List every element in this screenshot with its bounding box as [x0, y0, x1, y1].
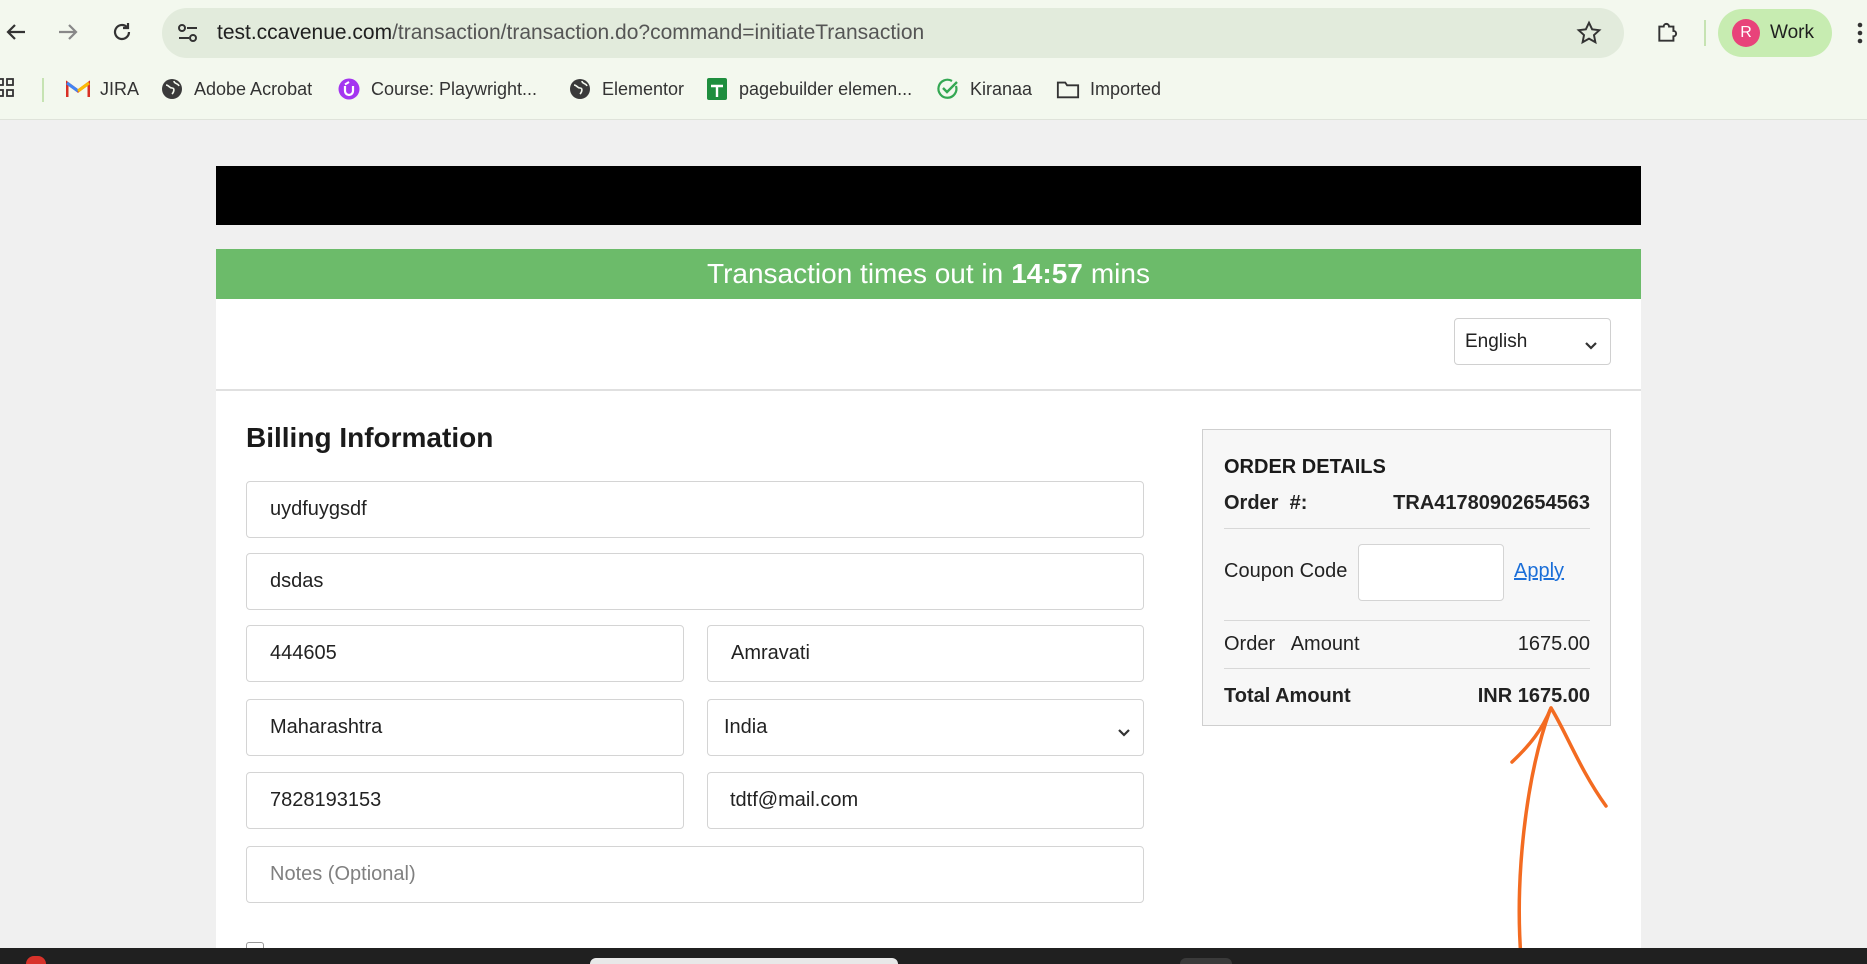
timeout-banner: Transaction times out in 14:57 mins [216, 249, 1641, 299]
merchant-header-banner [216, 166, 1641, 225]
order-details-title: ORDER DETAILS [1224, 456, 1386, 478]
coupon-input[interactable] [1358, 544, 1504, 601]
bookmark-jira[interactable]: JIRA [66, 76, 139, 102]
sheets-icon [705, 77, 729, 101]
bookmark-label: Imported [1090, 78, 1162, 99]
zip-input[interactable]: 444605 [246, 625, 684, 682]
bookmark-label: JIRA [100, 78, 140, 99]
taskbar-search[interactable] [590, 958, 898, 964]
forward-arrow-icon [59, 24, 78, 40]
reload-icon [113, 23, 131, 41]
globe-icon [160, 77, 184, 101]
bookmark-kiranaa[interactable]: Kiranaa [936, 76, 1032, 102]
bookmarks-bar: JIRA Adobe Acrobat Course: Playwright...… [0, 68, 1867, 108]
city-input[interactable]: Amravati [707, 625, 1144, 682]
billing-title: Billing Information [246, 422, 494, 453]
apply-coupon-link[interactable]: Apply [1514, 560, 1564, 583]
bookmark-pagebuilder[interactable]: pagebuilder elemen... [705, 76, 912, 102]
folder-icon [1056, 77, 1080, 101]
total-amount-value: INR 1675.00 [1477, 685, 1590, 707]
country-select[interactable]: India [707, 699, 1144, 756]
timeout-suffix: mins [1090, 258, 1150, 289]
check-icon [936, 77, 960, 101]
forward-button[interactable] [50, 14, 86, 50]
globe-icon [568, 77, 592, 101]
order-divider [1224, 528, 1590, 529]
chevron-down-icon [1584, 335, 1598, 357]
profile-button[interactable]: R Work [1718, 9, 1832, 57]
order-amount-label: Order Amount [1224, 633, 1360, 655]
order-number-value: TRA41780902654563 [1393, 492, 1590, 514]
gmail-icon [66, 77, 90, 101]
course-icon [337, 77, 361, 101]
bookmarks-separator [42, 78, 44, 102]
back-button[interactable] [0, 14, 34, 50]
language-select[interactable]: English [1454, 318, 1611, 365]
bookmark-course-playwright[interactable]: Course: Playwright... [337, 76, 537, 102]
bookmark-imported[interactable]: Imported [1056, 76, 1161, 102]
url-host: test.ccavenue.com [217, 21, 393, 44]
toolbar-separator [1704, 20, 1706, 46]
address-bar[interactable]: test.ccavenue.com/transaction/transactio… [162, 8, 1624, 58]
url-text: test.ccavenue.com/transaction/transactio… [217, 21, 924, 45]
order-divider [1224, 620, 1590, 621]
bookmark-elementor[interactable]: Elementor [568, 76, 684, 102]
language-value: English [1465, 331, 1528, 352]
order-amount-row: Order Amount 1675.00 [1224, 633, 1590, 656]
bookmark-label: Kiranaa [970, 78, 1033, 99]
url-path: /transaction/transaction.do?command=init… [392, 21, 925, 44]
notes-input[interactable]: Notes (Optional) [246, 846, 1144, 903]
os-taskbar [0, 948, 1867, 964]
country-value: India [724, 716, 768, 738]
menu-dots-icon[interactable] [1856, 20, 1867, 46]
bookmark-adobe-acrobat[interactable]: Adobe Acrobat [160, 76, 312, 102]
timeout-countdown: 14:57 [1011, 258, 1083, 289]
taskbar-app-icon[interactable] [26, 956, 46, 964]
card-divider [216, 389, 1641, 391]
extensions-button[interactable] [1650, 14, 1686, 50]
reload-button[interactable] [104, 14, 140, 50]
taskbar-app-icon[interactable] [1180, 958, 1232, 964]
order-details-panel: ORDER DETAILS Order #: TRA41780902654563… [1202, 429, 1611, 726]
profile-name: Work [1770, 22, 1814, 43]
apps-grid-icon[interactable] [0, 78, 20, 105]
timeout-prefix: Transaction times out in [707, 258, 1004, 289]
order-number-label: Order #: [1224, 492, 1308, 514]
address-input[interactable]: dsdas [246, 553, 1144, 610]
name-input[interactable]: uydfuygsdf [246, 481, 1144, 538]
bookmark-label: Elementor [602, 78, 685, 99]
bookmark-label: Adobe Acrobat [194, 78, 313, 99]
phone-input[interactable]: 7828193153 [246, 772, 684, 829]
total-amount-label: Total Amount [1224, 685, 1351, 707]
state-input[interactable]: Maharashtra [246, 699, 684, 756]
order-amount-value: 1675.00 [1517, 633, 1590, 655]
bookmark-star-icon[interactable] [1576, 20, 1602, 46]
puzzle-icon [1658, 22, 1678, 42]
email-input[interactable]: tdtf@mail.com [707, 772, 1144, 829]
bookmark-label: Course: Playwright... [371, 78, 538, 99]
chevron-down-icon [1117, 721, 1131, 744]
back-arrow-icon [6, 24, 25, 40]
order-number-row: Order #: TRA41780902654563 [1224, 492, 1590, 515]
total-amount-row: Total Amount INR 1675.00 [1224, 685, 1590, 708]
browser-chrome: test.ccavenue.com/transaction/transactio… [0, 0, 1867, 120]
coupon-label: Coupon Code [1224, 560, 1348, 582]
bookmark-label: pagebuilder elemen... [739, 78, 913, 99]
order-divider [1224, 668, 1590, 669]
site-info-icon[interactable] [174, 20, 202, 46]
avatar: R [1732, 19, 1760, 47]
